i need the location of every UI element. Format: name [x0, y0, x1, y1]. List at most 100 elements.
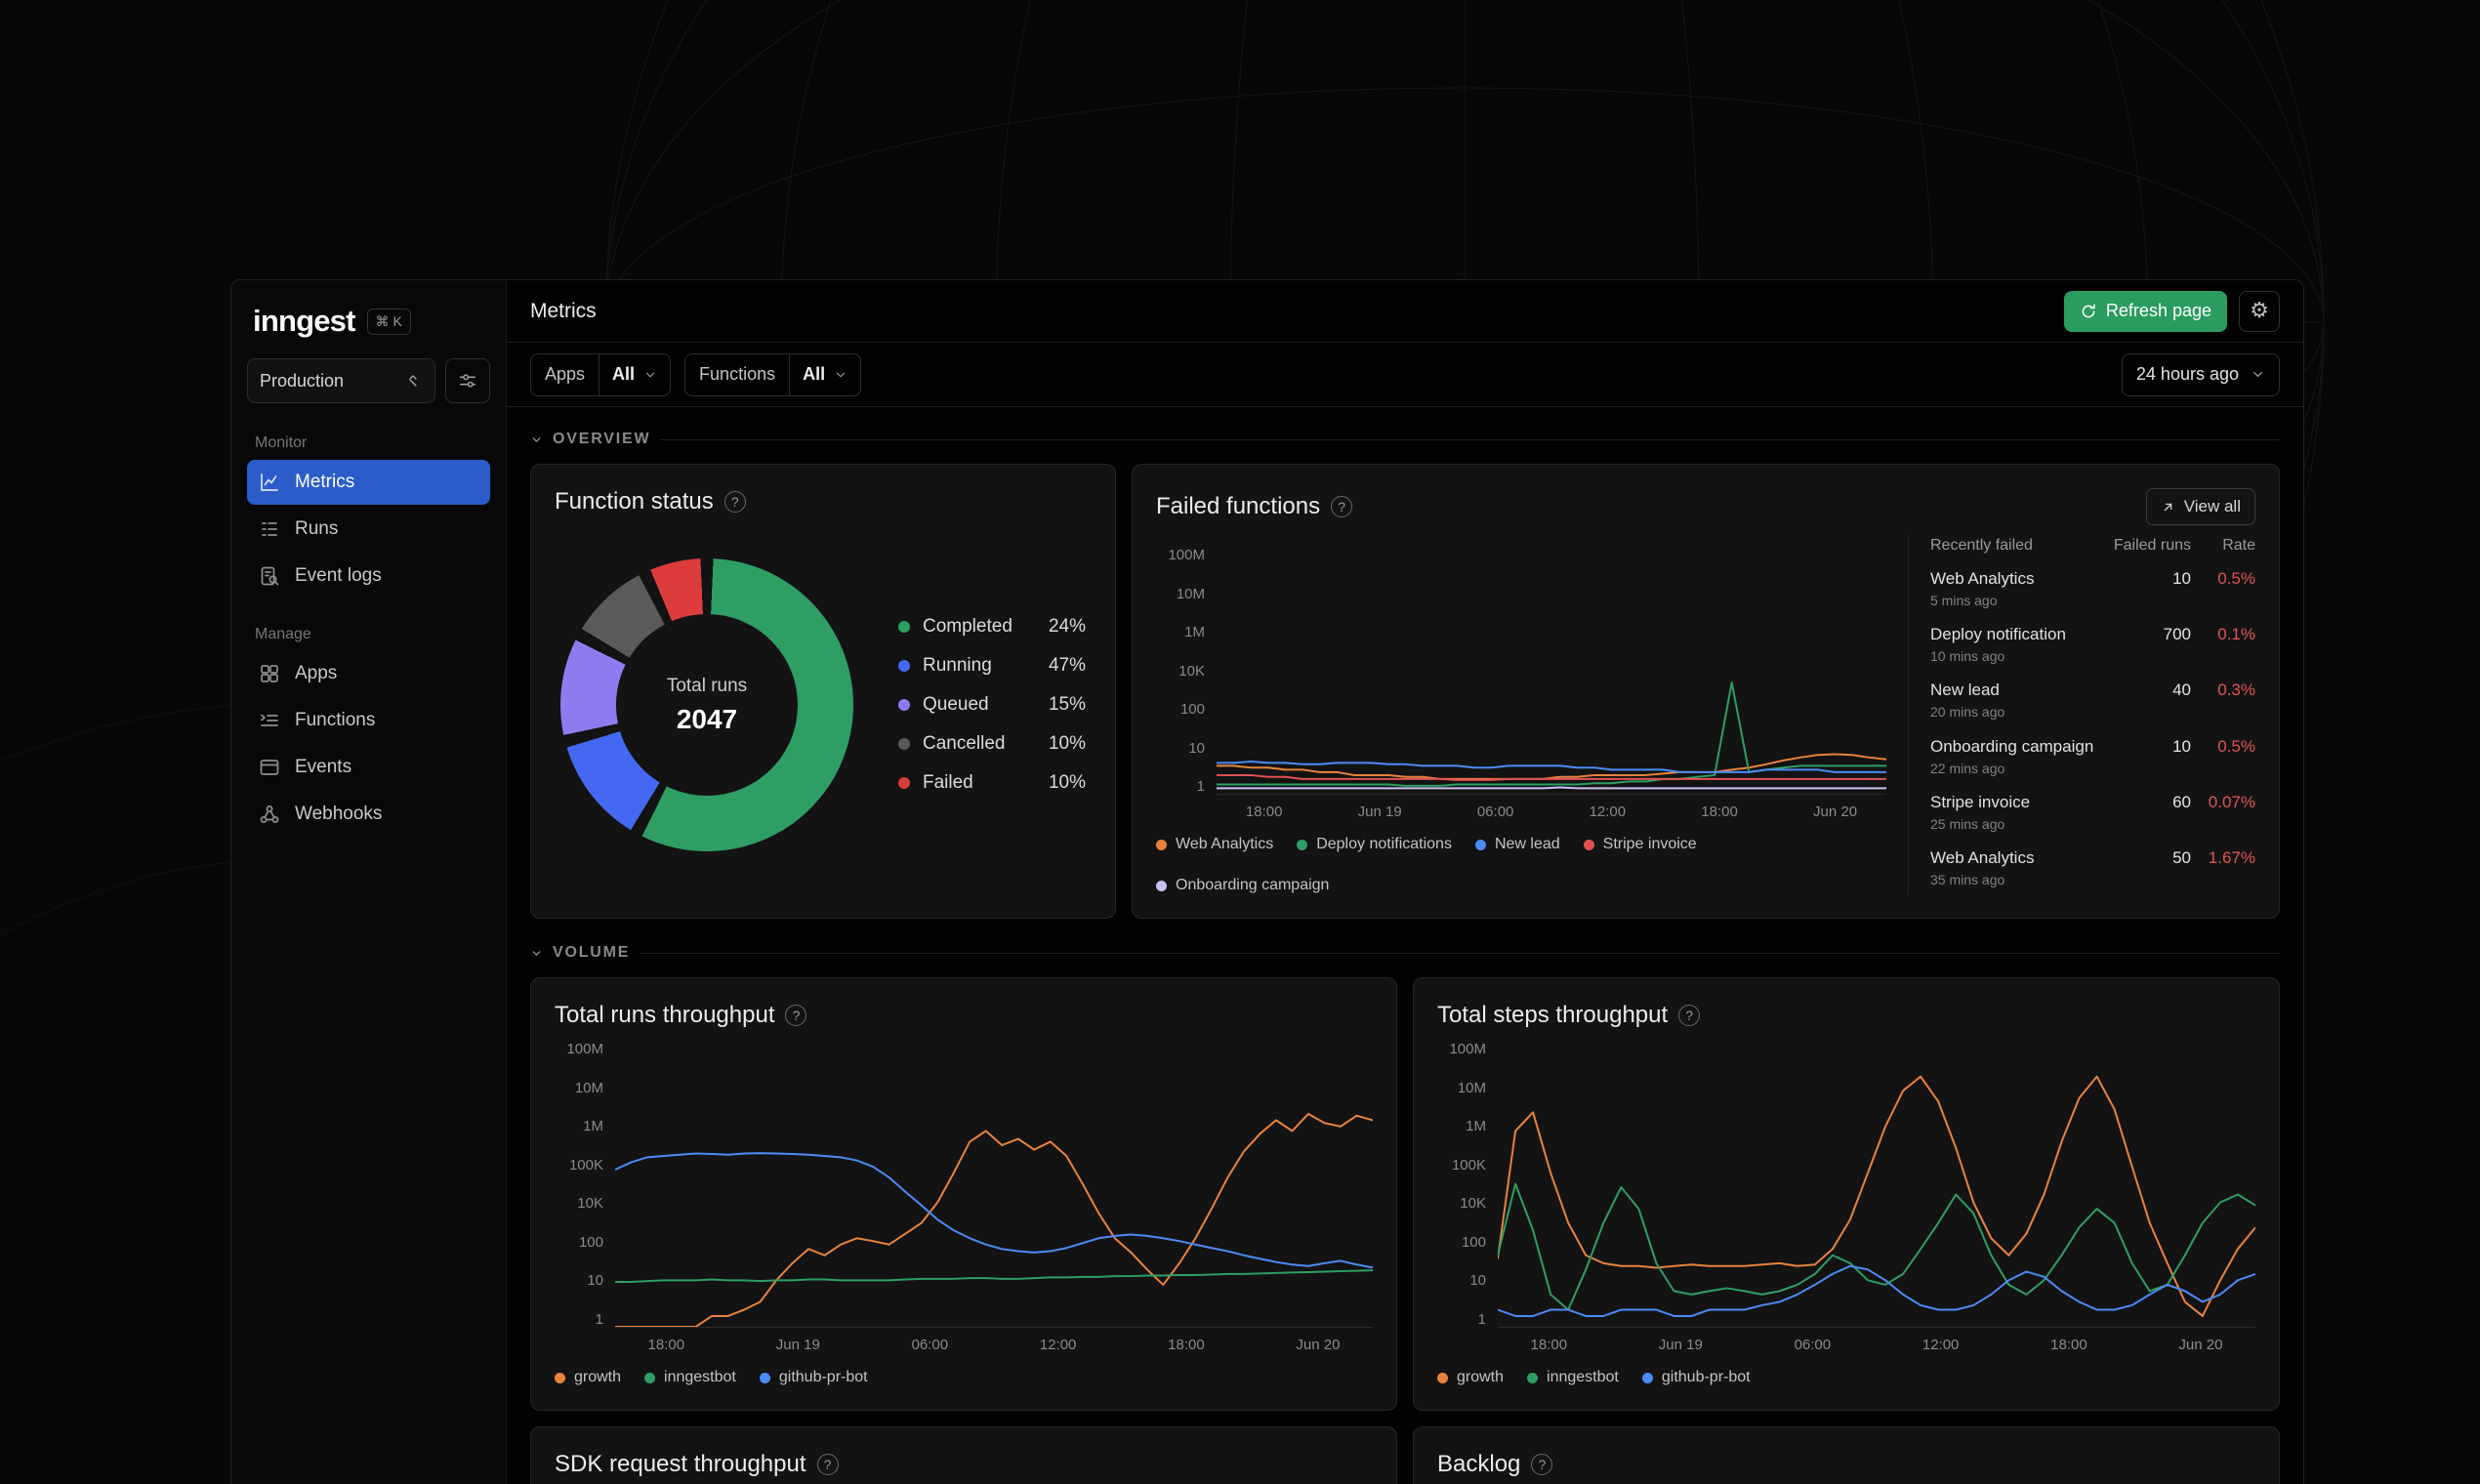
- sidebar-item-label: Webhooks: [295, 804, 383, 824]
- time-range-selector[interactable]: 24 hours ago: [2121, 352, 2280, 396]
- legend-label: Web Analytics: [1176, 836, 1274, 852]
- legend-item[interactable]: github-pr-bot: [759, 1369, 868, 1386]
- failed-function-name: New lead: [1930, 680, 2000, 700]
- sidebar-item-apps[interactable]: Apps: [247, 651, 490, 696]
- failure-rate: 0.07%: [2208, 792, 2255, 811]
- y-axis-labels: 100M 10M 1M 100K 10K 100 10 1: [1449, 1041, 1486, 1328]
- chart-legend: Web Analytics Deploy notifications New lea…: [1156, 836, 1886, 894]
- table-row[interactable]: Web Analytics 5 mins ago 10 0.5%: [1930, 562, 2255, 615]
- card-title: Failed functions: [1156, 493, 1321, 519]
- time-range-value: 24 hours ago: [2135, 364, 2239, 384]
- sidebar-item-webhooks[interactable]: Webhooks: [247, 792, 490, 837]
- chevron-down-icon: [837, 372, 846, 377]
- help-icon[interactable]: [785, 1005, 807, 1026]
- volume-section-toggle[interactable]: VOLUME: [530, 944, 2280, 962]
- view-all-button[interactable]: View all: [2145, 488, 2255, 525]
- legend-item[interactable]: Onboarding campaign: [1156, 877, 1329, 894]
- table-row[interactable]: Web Analytics 35 mins ago 50 1.67%: [1930, 842, 2255, 894]
- metrics-chart-icon: [257, 470, 282, 495]
- help-icon[interactable]: [723, 491, 746, 513]
- runs-list-icon: [257, 516, 282, 542]
- legend-row[interactable]: Cancelled 10%: [898, 733, 1086, 755]
- filter-settings-button[interactable]: [445, 358, 490, 403]
- sidebar-item-event-logs[interactable]: Event logs: [247, 554, 490, 598]
- volume-section-label: VOLUME: [553, 944, 631, 961]
- legend-item[interactable]: inngestbot: [1527, 1369, 1619, 1386]
- webhook-icon: [257, 802, 282, 827]
- legend-percent: 24%: [1048, 616, 1086, 637]
- environment-value: Production: [260, 370, 345, 391]
- table-row[interactable]: Deploy notification 10 mins ago 700 0.1%: [1930, 618, 2255, 671]
- apps-grid-icon: [257, 661, 282, 686]
- legend-percent: 10%: [1048, 772, 1086, 793]
- legend-label: Failed: [923, 772, 973, 793]
- legend-label: growth: [1457, 1369, 1505, 1385]
- help-icon[interactable]: [1331, 496, 1353, 517]
- y-axis-labels: 100M 10M 1M 10K 100 10 1: [1168, 547, 1205, 795]
- legend-item[interactable]: New lead: [1474, 836, 1560, 853]
- legend-row[interactable]: Failed 10%: [898, 772, 1086, 794]
- legend-row[interactable]: Completed 24%: [898, 616, 1086, 638]
- legend-item[interactable]: Stripe invoice: [1583, 836, 1697, 853]
- table-header-recently-failed: Recently failed: [1930, 537, 2033, 554]
- failure-rate: 0.5%: [2217, 569, 2255, 588]
- sidebar-item-label: Apps: [295, 663, 338, 683]
- legend-item[interactable]: Web Analytics: [1156, 836, 1273, 853]
- card-title: Total runs throughput: [555, 1002, 775, 1028]
- nav-group-label-manage: Manage: [255, 626, 311, 642]
- overview-section-toggle[interactable]: OVERVIEW: [530, 431, 2280, 448]
- failed-function-time: 20 mins ago: [1930, 704, 2005, 721]
- failed-runs-count: 10: [2172, 736, 2191, 756]
- chevron-down-icon: [645, 372, 655, 377]
- failed-function-time: 25 mins ago: [1930, 815, 2005, 832]
- help-icon[interactable]: [1531, 1454, 1553, 1475]
- help-icon[interactable]: [816, 1454, 839, 1475]
- chevron-down-icon: [532, 950, 541, 956]
- command-k-shortcut-badge: ⌘ K: [366, 308, 411, 335]
- table-row[interactable]: Stripe invoice 25 mins ago 60 0.07%: [1930, 786, 2255, 839]
- settings-gear-button[interactable]: [2239, 290, 2280, 332]
- legend-item[interactable]: Deploy notifications: [1297, 836, 1452, 853]
- sidebar-item-runs[interactable]: Runs: [247, 507, 490, 552]
- sidebar-item-functions[interactable]: Functions: [247, 698, 490, 743]
- failed-runs-count: 40: [2172, 680, 2191, 700]
- y-axis-labels: 100M 10M 1M 100K 10K 100 10 1: [566, 1041, 603, 1328]
- legend-item[interactable]: growth: [1437, 1369, 1504, 1386]
- apps-filter-value: All: [612, 364, 636, 384]
- legend-row[interactable]: Running 47%: [898, 655, 1086, 677]
- card-title: Backlog: [1437, 1451, 1521, 1477]
- sidebar-item-label: Event logs: [295, 565, 382, 586]
- environment-selector[interactable]: Production: [247, 358, 435, 403]
- apps-filter[interactable]: Apps All: [530, 352, 672, 396]
- sidebar-item-events[interactable]: Events: [247, 745, 490, 790]
- x-axis-labels: 18:00 Jun 19 06:00 12:00 18:00 Jun 20: [1245, 804, 1858, 820]
- refresh-page-button[interactable]: Refresh page: [2063, 290, 2227, 332]
- legend-dot: [898, 660, 910, 672]
- legend-row[interactable]: Queued 15%: [898, 694, 1086, 716]
- backlog-card: Backlog: [1413, 1426, 2280, 1484]
- legend-dot: [898, 777, 910, 789]
- legend-item[interactable]: github-pr-bot: [1641, 1369, 1751, 1386]
- sidebar-item-label: Events: [295, 757, 352, 777]
- line-chart-plot: [615, 1041, 1373, 1328]
- legend-item[interactable]: growth: [555, 1369, 621, 1386]
- legend-dot: [759, 1372, 770, 1383]
- legend-item[interactable]: inngestbot: [644, 1369, 736, 1386]
- chart-legend: growth inngestbot github-pr-bot: [1437, 1369, 2255, 1386]
- inngest-logo[interactable]: inngest: [253, 304, 355, 339]
- logo-row: inngest ⌘ K: [247, 300, 490, 358]
- failed-function-name: Web Analytics: [1930, 847, 2035, 867]
- legend-dot: [1437, 1372, 1448, 1383]
- help-icon[interactable]: [1678, 1005, 1701, 1026]
- legend-label: Cancelled: [923, 733, 1006, 754]
- sidebar-item-metrics[interactable]: Metrics: [247, 460, 490, 505]
- functions-list-icon: [257, 708, 282, 733]
- table-row[interactable]: New lead 20 mins ago 40 0.3%: [1930, 674, 2255, 726]
- legend-label: Completed: [923, 616, 1013, 637]
- table-row[interactable]: Onboarding campaign 22 mins ago 10 0.5%: [1930, 730, 2255, 783]
- refresh-icon: [2082, 303, 2095, 317]
- legend-label: Onboarding campaign: [1176, 877, 1330, 893]
- total-steps-chart: 100M 10M 1M 100K 10K 100 10 1 18:00 Jun 19 06:00 1…: [1437, 1041, 2255, 1386]
- functions-filter[interactable]: Functions All: [684, 352, 862, 396]
- legend-dot: [898, 621, 910, 633]
